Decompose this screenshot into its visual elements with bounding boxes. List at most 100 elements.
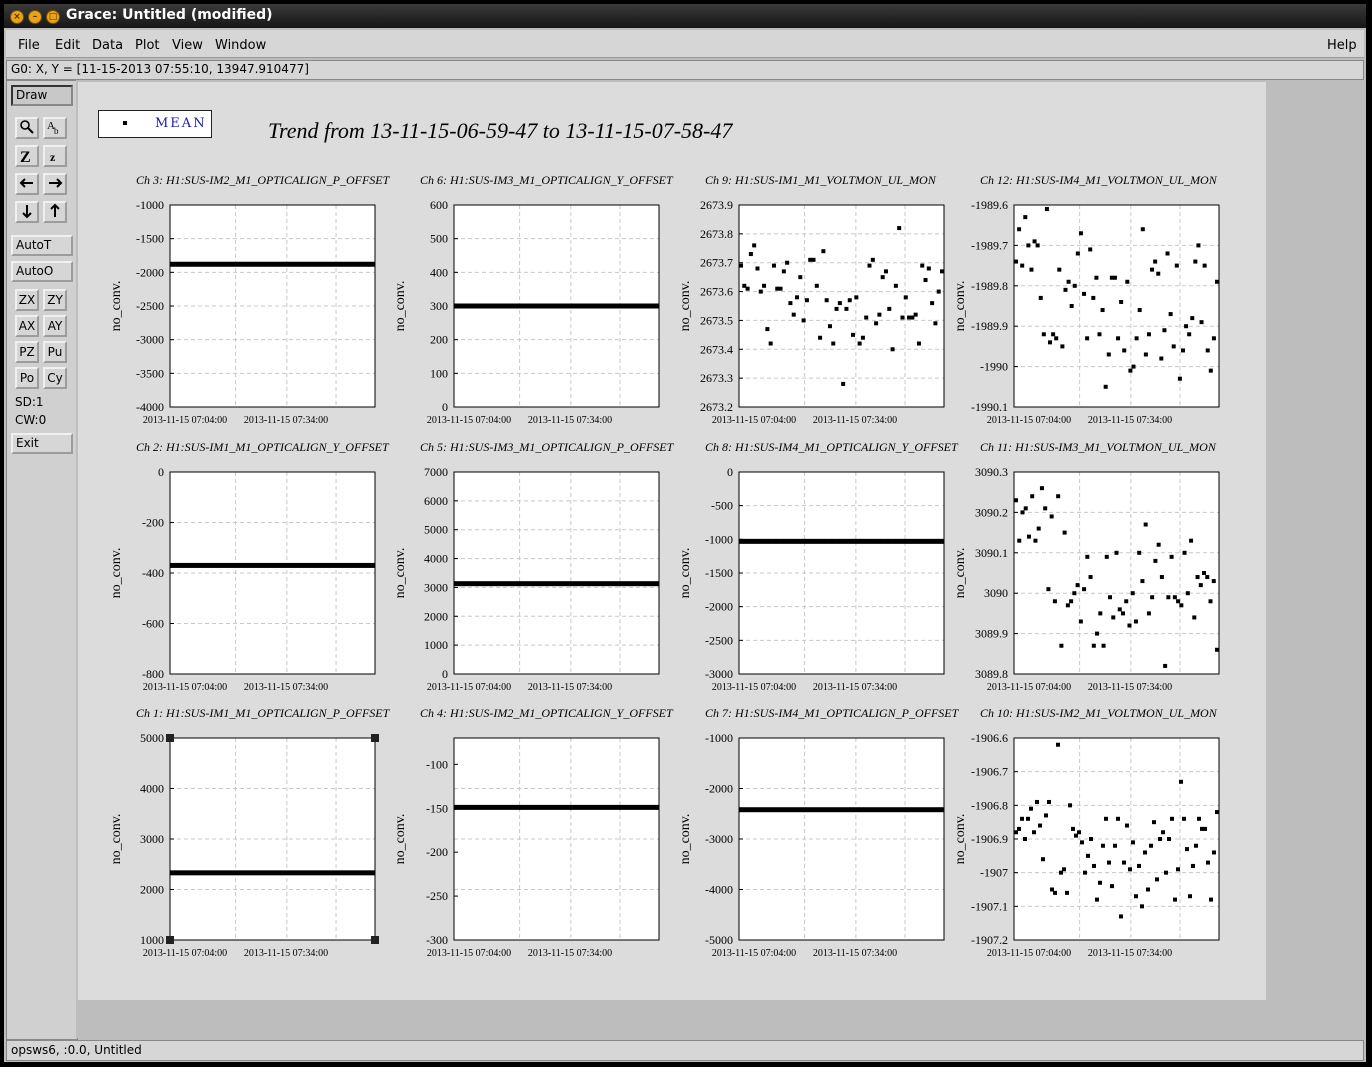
po-button[interactable]: Po [15,367,39,389]
data-point [1166,595,1171,600]
y-tick-label: -4000 [136,400,164,414]
data-point [1143,352,1148,357]
menu-view[interactable]: View [172,38,203,53]
y-tick-label: -4000 [705,883,733,897]
autoo-button[interactable]: AutoO [11,261,73,282]
data-point [1202,263,1207,268]
y-axis-label: no_conv. [678,814,693,865]
data-point [893,283,898,288]
tool-panel: Draw Ab Z z AutoT AutoO ZX ZY AX AY PZ P… [6,80,78,1040]
data-point [1094,275,1099,280]
chart-title: Ch 10: H1:SUS-IM2_M1_VOLTMON_UL_MON [980,706,1218,720]
data-point [1179,603,1184,608]
data-point [1119,914,1123,919]
data-point [1097,332,1102,337]
plot-area [1014,205,1219,407]
data-point [1188,894,1192,899]
zy-button[interactable]: ZY [43,289,67,311]
menu-data[interactable]: Data [92,38,123,53]
svg-text:Z: Z [20,149,31,163]
selection-handle [166,936,174,944]
ax-button[interactable]: AX [15,315,39,337]
data-point [1029,806,1033,811]
data-point [1197,816,1201,821]
y-tick-label: 0 [442,667,448,681]
y-tick-label: 1000 [140,933,164,947]
data-point [1140,904,1144,909]
menu-file[interactable]: File [18,38,40,53]
selection-handle [371,734,379,742]
data-point [1062,530,1067,535]
y-tick-label: -1500 [136,232,164,246]
data-point [1177,376,1182,381]
exit-button[interactable]: Exit [11,433,73,454]
grace-window: × – □ Grace: Untitled (modified) File Ed… [4,4,1366,1062]
svg-text:b: b [54,126,59,135]
y-tick-label: -3000 [136,333,164,347]
data-point [1048,340,1053,345]
x-tick-label: 2013-11-15 07:04:00 [427,948,511,959]
scroll-down-button[interactable] [15,201,39,223]
menu-plot[interactable]: Plot [135,38,160,53]
text-button[interactable]: Ab [43,117,67,139]
zoom-z-button[interactable]: z [43,145,67,167]
data-point [1029,267,1034,272]
data-point [801,318,806,323]
zoom-button[interactable] [15,117,39,139]
chart-title: Ch 4: H1:SUS-IM2_M1_OPTICALIGN_Y_OFFSET [420,706,674,720]
data-point [1077,830,1081,835]
data-point [1085,336,1090,341]
data-point [877,312,882,317]
data-point [1108,595,1113,600]
draw-button[interactable]: Draw [11,85,73,106]
ay-button[interactable]: AY [43,315,67,337]
cy-button[interactable]: Cy [43,367,67,389]
menu-edit[interactable]: Edit [55,38,80,53]
x-tick-label: 2013-11-15 07:34:00 [813,948,897,959]
data-point [1191,863,1195,868]
data-point [1083,870,1087,875]
current-world-label: CW:0 [15,413,47,427]
maximize-icon[interactable]: □ [46,10,60,24]
y-tick-label: 2000 [140,883,164,897]
menu-window[interactable]: Window [215,38,266,53]
data-point [1020,263,1025,268]
scroll-left-button[interactable] [15,173,39,195]
autoscale-z-button[interactable]: Z [15,145,39,167]
data-point [1182,550,1187,555]
y-tick-label: -2500 [136,299,164,313]
y-tick-label: -3500 [136,366,164,380]
data-point [1134,894,1138,899]
y-tick-label: -1907 [980,866,1008,880]
scroll-up-button[interactable] [43,201,67,223]
menu-help[interactable]: Help [1327,38,1357,53]
data-point [804,298,809,303]
data-point [1131,840,1135,845]
y-tick-label: -300 [426,933,448,947]
data-point [1047,799,1051,804]
data-point [1069,304,1074,308]
pu-button[interactable]: Pu [43,341,67,363]
data-point [1171,344,1176,349]
scroll-right-button[interactable] [43,173,67,195]
autot-button[interactable]: AutoT [11,235,73,256]
y-tick-label: -1907.2 [971,933,1008,947]
zx-button[interactable]: ZX [15,289,39,311]
series-line-mean [454,581,659,587]
data-point [1143,850,1147,855]
minimize-icon[interactable]: – [28,10,42,24]
pz-button[interactable]: PZ [15,341,39,363]
data-point [933,321,938,326]
y-axis-label: no_conv. [393,281,408,332]
graph-page[interactable]: MEAN Trend from 13-11-15-06-59-47 to 13-… [78,82,1266,1000]
arrow-up-icon [50,203,60,217]
x-tick-label: 2013-11-15 07:34:00 [1088,948,1172,959]
series-line-mean [170,870,375,876]
series-line-mean [454,804,659,810]
data-point [1170,816,1174,821]
y-tick-label: 0 [158,465,164,479]
y-tick-label: 5000 [424,523,448,537]
close-icon[interactable]: × [10,10,24,24]
data-point [1072,283,1077,288]
data-point [1212,850,1216,855]
